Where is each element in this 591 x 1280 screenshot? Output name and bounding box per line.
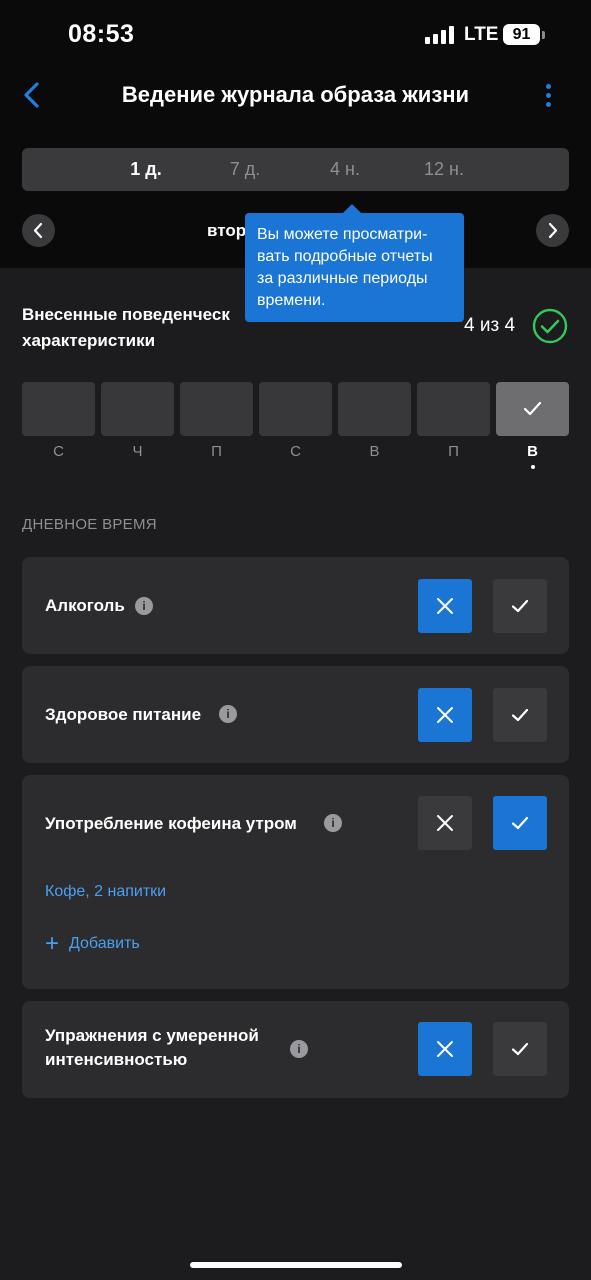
home-indicator[interactable] (190, 1262, 402, 1268)
day-label: П (448, 443, 459, 460)
period-selector: 1 д. 7 д. 4 н. 12 н. (22, 148, 569, 191)
summary-count: 4 из 4 (464, 315, 516, 336)
add-entry-button[interactable]: + Добавить (45, 930, 140, 957)
battery-icon: 91 (503, 24, 540, 45)
chevron-right-icon (548, 222, 558, 239)
no-button[interactable] (418, 688, 472, 742)
info-icon[interactable]: i (135, 597, 153, 615)
no-button[interactable] (418, 796, 472, 850)
period-tooltip[interactable]: Вы можете просматри-вать подробные отчет… (245, 213, 464, 322)
day-box[interactable] (101, 382, 174, 436)
date-label: втор (207, 221, 247, 240)
day-item-today: В (496, 382, 569, 469)
day-item: В (338, 382, 411, 460)
caffeine-entry-link[interactable]: Кофе, 2 напитки (45, 883, 166, 901)
back-button[interactable] (18, 78, 48, 112)
behavior-label: Употребление кофеина утром (45, 814, 297, 833)
day-label: П (211, 443, 222, 460)
day-label: С (53, 443, 64, 460)
close-icon (437, 815, 453, 831)
period-tab-4w[interactable]: 4 н. (305, 148, 385, 191)
previous-day-button[interactable] (22, 214, 55, 247)
day-label: С (290, 443, 301, 460)
behavior-card-healthy-eating: Здоровое питание i (22, 666, 569, 763)
day-box[interactable] (259, 382, 332, 436)
period-tab-12w[interactable]: 12 н. (404, 148, 484, 191)
close-icon (437, 598, 453, 614)
behavior-card-alcohol: Алкоголь i (22, 557, 569, 654)
day-item: П (180, 382, 253, 460)
yes-button[interactable] (493, 688, 547, 742)
info-icon[interactable]: i (219, 705, 237, 723)
info-icon[interactable]: i (290, 1040, 308, 1058)
day-box[interactable] (180, 382, 253, 436)
status-bar: 08:53 LTE 91 (0, 0, 591, 70)
checkmark-icon (511, 1042, 529, 1056)
day-box[interactable] (338, 382, 411, 436)
today-indicator (530, 465, 535, 469)
next-day-button[interactable] (536, 214, 569, 247)
behavior-card-morning-caffeine: Употребление кофеина утром i Кофе, 2 нап… (22, 775, 569, 989)
day-label: В (527, 443, 538, 460)
day-box[interactable] (417, 382, 490, 436)
chevron-left-icon (24, 82, 39, 108)
checkmark-icon (511, 816, 529, 830)
checkmark-icon (523, 401, 542, 416)
yes-button[interactable] (493, 579, 547, 633)
yes-button[interactable] (493, 796, 547, 850)
nav-bar: Ведение журнала образа жизни (0, 70, 591, 126)
cellular-signal-icon (425, 26, 455, 44)
day-item: С (22, 382, 95, 460)
behavior-label: Здоровое питание (45, 705, 202, 724)
day-box-completed[interactable] (496, 382, 569, 436)
section-title: ДНЕВНОЕ ВРЕМЯ (22, 516, 157, 533)
week-days: С Ч П С В П В (22, 382, 569, 472)
day-label: В (369, 443, 380, 460)
add-entry-label: Добавить (69, 935, 140, 953)
plus-icon: + (45, 930, 60, 957)
day-box[interactable] (22, 382, 95, 436)
battery-tip (542, 31, 545, 39)
checkmark-icon (511, 599, 529, 613)
close-icon (437, 707, 453, 723)
behavior-label: Алкоголь (45, 596, 125, 615)
page-title: Ведение журнала образа жизни (121, 82, 470, 107)
behavior-label: Упражнения с умеренной интенсивностью (45, 1026, 259, 1069)
check-circle-icon (532, 308, 568, 344)
network-type: LTE (464, 24, 499, 45)
chevron-left-icon (33, 222, 43, 239)
day-label: Ч (132, 443, 143, 460)
info-icon[interactable]: i (324, 814, 342, 832)
no-button[interactable] (418, 579, 472, 633)
checkmark-icon (511, 708, 529, 722)
yes-button[interactable] (493, 1022, 547, 1076)
summary-title: Внесенные поведенческ характеристики (22, 305, 230, 350)
period-tab-7d[interactable]: 7 д. (205, 148, 285, 191)
day-item: С (259, 382, 332, 460)
close-icon (437, 1041, 453, 1057)
period-tab-1d[interactable]: 1 д. (106, 148, 186, 191)
behavior-card-moderate-exercise: Упражнения с умеренной интенсивностью i (22, 1001, 569, 1098)
status-time: 08:53 (68, 20, 135, 48)
no-button[interactable] (418, 1022, 472, 1076)
day-item: П (417, 382, 490, 460)
more-options-button[interactable] (536, 82, 560, 112)
day-item: Ч (101, 382, 174, 460)
